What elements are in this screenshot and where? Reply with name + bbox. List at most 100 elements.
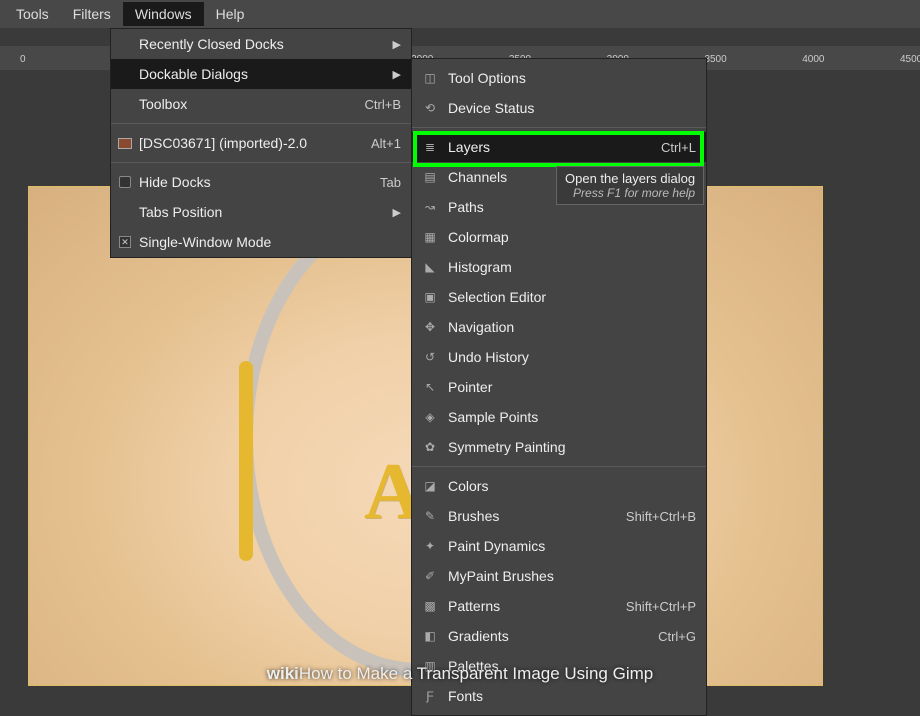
close-icon: ✕: [117, 234, 133, 250]
menu-shortcut: Alt+1: [371, 136, 401, 151]
submenu-item-label: Undo History: [448, 349, 529, 365]
submenu-item-label: Layers: [448, 139, 490, 155]
sample-points-icon: ◈: [422, 409, 438, 425]
submenu-item-brushes[interactable]: ✎BrushesShift+Ctrl+B: [412, 501, 706, 531]
dockable-dialogs-submenu: ◫ Tool Options ⟲ Device Status ≣ Layers Ctrl+L…: [411, 58, 707, 716]
submenu-item-patterns[interactable]: ▩ Patterns Shift+Ctrl+P: [412, 591, 706, 621]
colormap-icon: ▦: [422, 229, 438, 245]
symmetry-icon: ✿: [422, 439, 438, 455]
checkbox-icon: [117, 174, 133, 190]
submenu-item-label: Selection Editor: [448, 289, 546, 305]
menu-recently-closed-docks[interactable]: Recently Closed Docks ▶: [111, 29, 411, 59]
submenu-item-pointer[interactable]: ↖ Pointer: [412, 372, 706, 402]
submenu-item-selection-editor[interactable]: ▣ Selection Editor: [412, 282, 706, 312]
submenu-item-histogram[interactable]: ◣ Histogram: [412, 252, 706, 282]
layers-icon: ≣: [422, 139, 438, 155]
submenu-item-label: Device Status: [448, 100, 534, 116]
submenu-item-symmetry-painting[interactable]: ✿ Symmetry Painting: [412, 432, 706, 462]
submenu-item-label: Histogram: [448, 259, 512, 275]
ruler-label: 4000: [802, 54, 824, 65]
menu-separator: [111, 123, 411, 124]
menu-item-label: Toolbox: [139, 96, 187, 112]
submenu-item-fonts[interactable]: ƑFonts: [412, 681, 706, 711]
menu-single-window-mode[interactable]: ✕ Single-Window Mode: [111, 227, 411, 257]
menu-document-window[interactable]: [DSC03671] (imported)-2.0 Alt+1: [111, 128, 411, 158]
menu-shortcut: Tab: [380, 175, 401, 190]
submenu-item-label: Sample Points: [448, 409, 538, 425]
menu-filters[interactable]: Filters: [61, 2, 123, 26]
submenu-item-colormap[interactable]: ▦ Colormap: [412, 222, 706, 252]
submenu-item-label: MyPaint Brushes: [448, 568, 554, 584]
submenu-item-label: Colormap: [448, 229, 509, 245]
menu-item-label: [DSC03671] (imported)-2.0: [139, 135, 307, 151]
pointer-icon: ↖: [422, 379, 438, 395]
menu-item-label: Dockable Dialogs: [139, 66, 248, 82]
colors-icon: ◪: [422, 478, 438, 494]
undo-history-icon: ↺: [422, 349, 438, 365]
device-status-icon: ⟲: [422, 100, 438, 116]
submenu-item-label: Navigation: [448, 319, 514, 335]
thumbnail-icon: [117, 135, 133, 151]
menubar: Tools Filters Windows Help: [0, 0, 920, 28]
channels-icon: ▤: [422, 169, 438, 185]
submenu-item-label: Channels: [448, 169, 507, 185]
patterns-icon: ▩: [422, 598, 438, 614]
submenu-item-label: Tool Options: [448, 70, 526, 86]
submenu-item-label: Fonts: [448, 688, 483, 704]
brushes-icon: ✎: [422, 508, 438, 524]
menu-separator: [111, 162, 411, 163]
tool-options-icon: ◫: [422, 70, 438, 86]
navigation-icon: ✥: [422, 319, 438, 335]
submenu-item-tool-options[interactable]: ◫ Tool Options: [412, 63, 706, 93]
menu-help[interactable]: Help: [204, 2, 257, 26]
submenu-item-navigation[interactable]: ✥ Navigation: [412, 312, 706, 342]
tooltip-hint: Press F1 for more help: [565, 186, 695, 200]
submenu-item-sample-points[interactable]: ◈ Sample Points: [412, 402, 706, 432]
menu-tabs-position[interactable]: Tabs Position ▶: [111, 197, 411, 227]
menu-shortcut: Shift+Ctrl+B: [626, 509, 696, 524]
ruler-label: 3500: [704, 54, 726, 65]
paths-icon: ↝: [422, 199, 438, 215]
submenu-item-mypaint-brushes[interactable]: ✐ MyPaint Brushes: [412, 561, 706, 591]
menu-windows[interactable]: Windows: [123, 2, 204, 26]
submenu-item-label: Paint Dynamics: [448, 538, 545, 554]
submenu-item-undo-history[interactable]: ↺ Undo History: [412, 342, 706, 372]
menu-shortcut: Shift+Ctrl+P: [626, 599, 696, 614]
gradients-icon: ◧: [422, 628, 438, 644]
windows-menu-dropdown: Recently Closed Docks ▶ Dockable Dialogs…: [110, 28, 412, 258]
menu-shortcut: Ctrl+G: [658, 629, 696, 644]
paint-dynamics-icon: ✦: [422, 538, 438, 554]
mypaint-icon: ✐: [422, 568, 438, 584]
chevron-right-icon: ▶: [393, 206, 401, 219]
menu-tools[interactable]: Tools: [4, 2, 61, 26]
submenu-item-paint-dynamics[interactable]: ✦ Paint Dynamics: [412, 531, 706, 561]
menu-item-label: Tabs Position: [139, 204, 222, 220]
menu-item-label: Single-Window Mode: [139, 234, 271, 250]
submenu-item-label: Paths: [448, 199, 484, 215]
tooltip-title: Open the layers dialog: [565, 171, 695, 186]
menu-hide-docks[interactable]: Hide Docks Tab: [111, 167, 411, 197]
submenu-item-label: Patterns: [448, 598, 500, 614]
menu-item-label: Recently Closed Docks: [139, 36, 284, 52]
menu-shortcut: Ctrl+B: [365, 97, 401, 112]
chevron-right-icon: ▶: [393, 68, 401, 81]
submenu-item-gradients[interactable]: ◧GradientsCtrl+G: [412, 621, 706, 651]
submenu-item-device-status[interactable]: ⟲ Device Status: [412, 93, 706, 123]
tooltip: Open the layers dialog Press F1 for more…: [556, 166, 704, 205]
watermark-title: How to Make a Transparent Image Using Gi…: [299, 664, 653, 683]
menu-toolbox[interactable]: Toolbox Ctrl+B: [111, 89, 411, 119]
submenu-item-colors[interactable]: ◪ Colors: [412, 471, 706, 501]
submenu-item-label: Colors: [448, 478, 488, 494]
histogram-icon: ◣: [422, 259, 438, 275]
menu-shortcut: Ctrl+L: [661, 140, 696, 155]
watermark-brand: wiki: [267, 664, 299, 683]
submenu-item-layers[interactable]: ≣ Layers Ctrl+L: [412, 132, 706, 162]
selection-editor-icon: ▣: [422, 289, 438, 305]
ruler-label: 4500: [900, 54, 920, 65]
submenu-item-label: Pointer: [448, 379, 492, 395]
menu-dockable-dialogs[interactable]: Dockable Dialogs ▶: [111, 59, 411, 89]
menu-item-label: Hide Docks: [139, 174, 211, 190]
submenu-item-label: Symmetry Painting: [448, 439, 565, 455]
watermark: wikiHow to Make a Transparent Image Usin…: [0, 664, 920, 684]
menu-separator: [412, 466, 706, 467]
